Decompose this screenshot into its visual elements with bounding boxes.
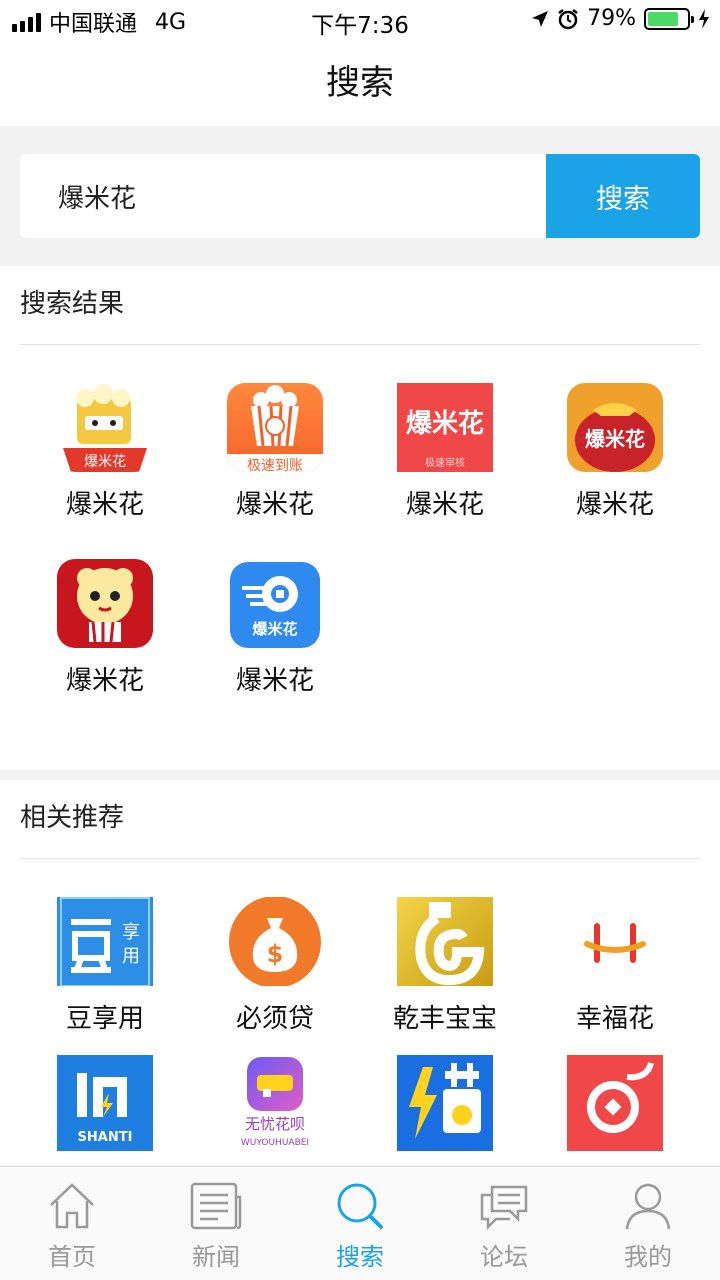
app-item[interactable]: 爆米花 爆米花 [20, 345, 190, 521]
tab-label: 搜索 [336, 1243, 384, 1271]
svg-text:无忧花呗: 无忧花呗 [245, 1115, 305, 1133]
app-item[interactable]: 无忧花呗 WUYOUHUABEI [190, 1035, 360, 1166]
newspaper-icon [190, 1182, 242, 1230]
red-coin-icon [567, 1055, 663, 1151]
tab-label: 新闻 [192, 1243, 240, 1271]
app-name: 爆米花 [235, 490, 314, 520]
status-right: 79% [531, 6, 710, 31]
app-item[interactable]: 幸福花 [530, 859, 700, 1035]
tab-profile[interactable]: 我的 [576, 1167, 720, 1280]
svg-text:爆米花: 爆米花 [585, 427, 645, 451]
wuyouhuabei-icon: 无忧花呗 WUYOUHUABEI [227, 1055, 323, 1151]
recommend-section: 相关推荐 享用 豆享用 $ 必须贷 乾丰宝宝 幸福花 SHANTI 无忧花呗 W… [0, 780, 720, 1166]
jie-bolt-icon [397, 1055, 493, 1151]
money-bag-dollar-icon: $ [227, 897, 323, 986]
chat-icon [480, 1185, 528, 1231]
app-name: 爆米花 [235, 666, 314, 696]
tab-news[interactable]: 新闻 [144, 1167, 288, 1280]
popcorn-mascot-icon [57, 559, 153, 648]
app-name: 爆米花 [575, 490, 654, 520]
charging-bolt-icon [699, 8, 709, 29]
svg-text:SHANTI: SHANTI [78, 1130, 133, 1145]
app-item[interactable]: 爆米花 爆米花 [530, 345, 700, 521]
shanti-icon: SHANTI [57, 1055, 153, 1151]
search-results-section: 搜索结果 爆米花 爆米花 极速到账 爆米花 爆米花 极速审核 爆米花 爆米花 爆米… [0, 266, 720, 770]
svg-text:爆米花: 爆米花 [406, 409, 484, 439]
alarm-clock-icon [558, 8, 578, 29]
app-item[interactable] [530, 1035, 700, 1166]
svg-text:WUYOUHUABEI: WUYOUHUABEI [241, 1138, 309, 1148]
tab-forum[interactable]: 论坛 [432, 1167, 576, 1280]
svg-text:极速审核: 极速审核 [425, 456, 465, 469]
popcorn-blue-coin-icon: 爆米花 [230, 562, 320, 648]
status-bar: 中国联通 4G 下午7:36 79% [0, 0, 720, 40]
svg-text:极速到账: 极速到账 [247, 458, 303, 473]
tab-label: 论坛 [480, 1243, 528, 1271]
search-input[interactable] [20, 154, 546, 238]
app-item[interactable]: 爆米花 爆米花 [190, 521, 360, 697]
tab-bar: 首页 新闻 搜索 论坛 我的 [0, 1166, 720, 1280]
popcorn-box-orange-icon: 极速到账 [227, 383, 323, 472]
svg-text:用: 用 [122, 946, 140, 967]
battery-icon [644, 7, 694, 30]
app-name: 必须贷 [235, 1004, 314, 1034]
search-button[interactable]: 搜索 [546, 154, 700, 238]
svg-text:爆米花: 爆米花 [84, 454, 126, 470]
app-item[interactable]: 爆米花 极速审核 爆米花 [360, 345, 530, 521]
home-icon [50, 1183, 94, 1229]
svg-text:享: 享 [122, 922, 140, 943]
app-name: 乾丰宝宝 [392, 1004, 497, 1034]
app-name: 爆米花 [65, 666, 144, 696]
app-item[interactable] [360, 1035, 530, 1166]
tab-label: 首页 [48, 1243, 96, 1271]
popcorn-money-bag-icon: 爆米花 [567, 383, 663, 472]
xingfuhua-icon [567, 897, 663, 986]
popcorn-red-text-icon: 爆米花 极速审核 [397, 383, 493, 472]
battery-percent: 79% [587, 6, 636, 31]
popcorn-bucket-icon: 爆米花 [57, 383, 153, 472]
app-name: 爆米花 [65, 490, 144, 520]
app-item[interactable]: 极速到账 爆米花 [190, 345, 360, 521]
search-icon [337, 1183, 383, 1229]
recommend-grid: 享用 豆享用 $ 必须贷 乾丰宝宝 幸福花 SHANTI 无忧花呗 WUYOUH… [0, 859, 720, 1166]
recommend-title: 相关推荐 [20, 803, 125, 833]
app-item[interactable]: 享用 豆享用 [20, 859, 190, 1035]
app-item[interactable]: $ 必须贷 [190, 859, 360, 1035]
app-item[interactable]: 乾丰宝宝 [360, 859, 530, 1035]
location-arrow-icon [532, 10, 549, 27]
gold-g-icon [397, 897, 493, 986]
user-icon [625, 1183, 671, 1230]
search-area: 搜索 [0, 126, 720, 266]
search-box: 搜索 [20, 154, 700, 238]
tab-home[interactable]: 首页 [0, 1167, 144, 1280]
page-title: 搜索 [326, 63, 394, 103]
tab-search[interactable]: 搜索 [288, 1167, 432, 1280]
app-item[interactable]: 爆米花 [20, 521, 190, 697]
tab-label: 我的 [624, 1243, 672, 1271]
search-results-title: 搜索结果 [20, 289, 125, 319]
svg-text:爆米花: 爆米花 [252, 620, 297, 638]
app-name: 豆享用 [65, 1004, 144, 1034]
app-name: 幸福花 [575, 1004, 654, 1034]
app-item[interactable]: SHANTI [20, 1035, 190, 1166]
search-results-grid: 爆米花 爆米花 极速到账 爆米花 爆米花 极速审核 爆米花 爆米花 爆米花 爆米… [0, 345, 720, 697]
app-name: 爆米花 [405, 490, 484, 520]
nav-bar: 搜索 [0, 40, 720, 126]
douxiangyong-icon: 享用 [57, 897, 153, 986]
svg-text:$: $ [267, 940, 284, 968]
